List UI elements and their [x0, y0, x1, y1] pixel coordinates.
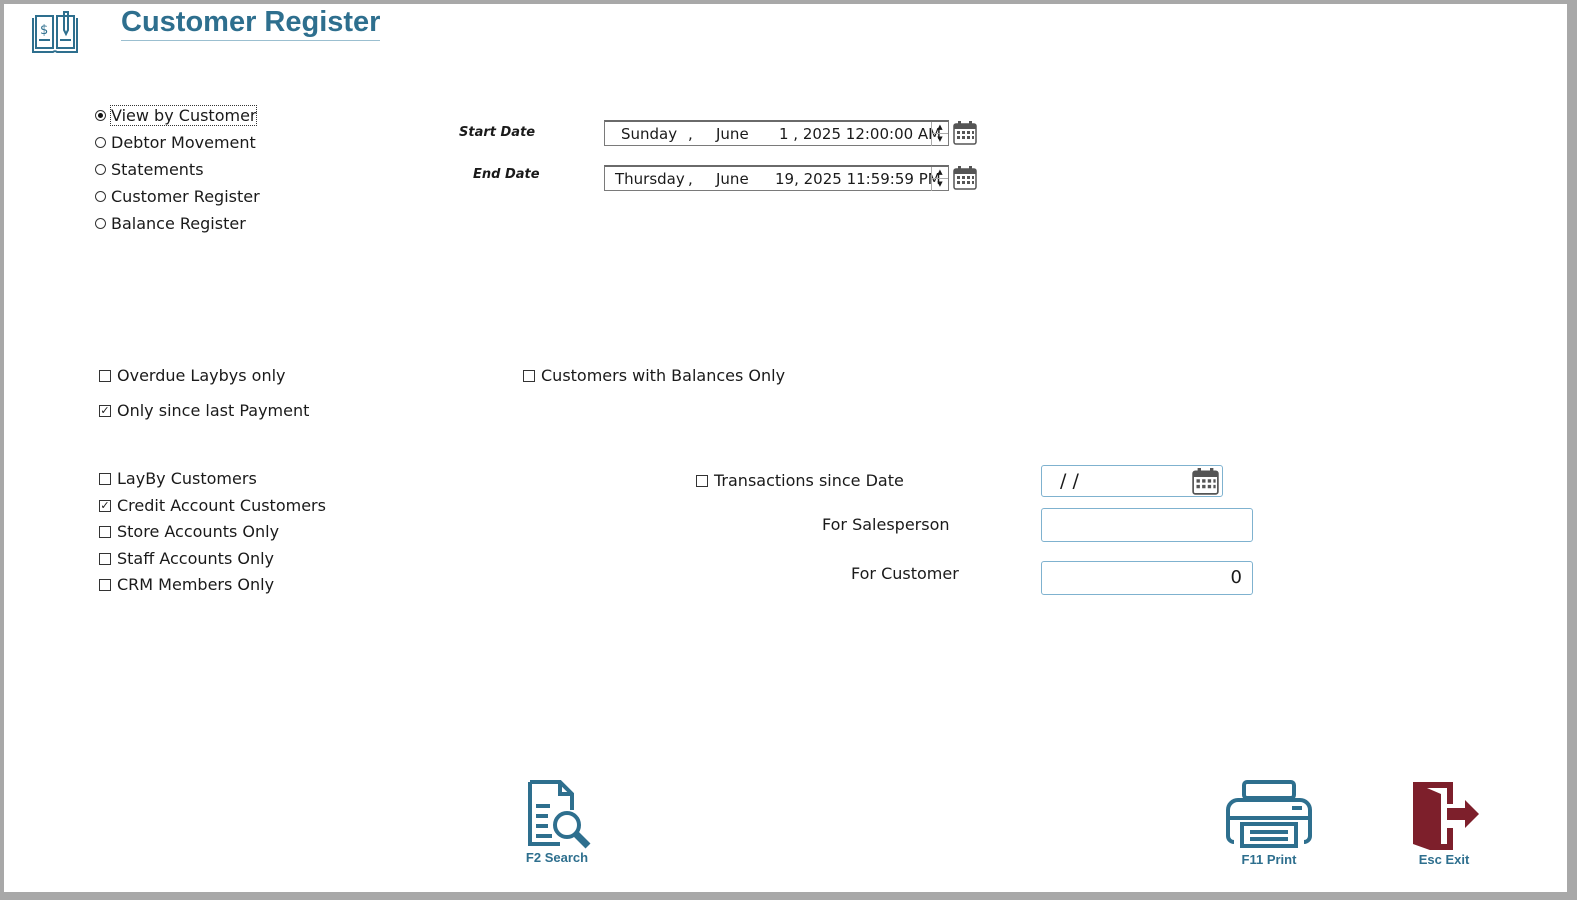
- radio-debtor-movement[interactable]: Debtor Movement: [95, 133, 256, 153]
- spin-up-icon[interactable]: ▲: [932, 167, 948, 179]
- checkbox-only-since-last-payment[interactable]: ✓ Only since last Payment: [99, 401, 309, 421]
- end-date-weekday: Thursday: [615, 170, 685, 188]
- end-date-month: June: [716, 170, 749, 188]
- end-date-label: End Date: [473, 167, 540, 182]
- checkbox-label: LayBy Customers: [117, 469, 257, 488]
- start-date-picker[interactable]: Sunday , June 1 , 2025 12:00:00 AM ▲ ▼: [604, 120, 949, 146]
- start-date-day-time: 1 , 2025 12:00:00 AM: [779, 125, 942, 143]
- radio-indicator: [95, 191, 106, 202]
- spin-down-icon[interactable]: ▼: [932, 179, 948, 190]
- radio-label: Debtor Movement: [111, 133, 256, 152]
- transactions-calendar-icon[interactable]: [1192, 468, 1219, 495]
- checkbox-credit-account-customers[interactable]: ✓ Credit Account Customers: [99, 496, 326, 516]
- exit-button-label: Esc Exit: [1418, 852, 1470, 867]
- customer-value: 0: [1230, 567, 1242, 588]
- checkbox-label: Credit Account Customers: [117, 496, 326, 515]
- start-date-comma: ,: [688, 125, 693, 143]
- checkbox-label: Customers with Balances Only: [541, 366, 786, 385]
- spin-down-icon[interactable]: ▼: [932, 134, 948, 145]
- radio-indicator: [95, 137, 106, 148]
- checkbox-transactions-since-date[interactable]: Transactions since Date: [696, 471, 904, 491]
- radio-indicator: [95, 164, 106, 175]
- checkbox-label: Staff Accounts Only: [117, 549, 275, 568]
- exit-door-icon: [1413, 782, 1479, 854]
- printer-icon: [1226, 780, 1312, 848]
- radio-balance-register[interactable]: Balance Register: [95, 214, 246, 234]
- search-button-label: F2 Search: [525, 850, 589, 865]
- end-date-day-time: 19, 2025 11:59:59 PM: [775, 170, 941, 188]
- checkbox-store-accounts[interactable]: Store Accounts Only: [99, 522, 279, 542]
- end-date-comma: ,: [688, 170, 693, 188]
- salesperson-label: For Salesperson: [822, 515, 950, 534]
- print-button-label: F11 Print: [1241, 852, 1297, 867]
- start-date-weekday: Sunday: [621, 125, 678, 143]
- checkbox-label: Overdue Laybys only: [117, 366, 286, 385]
- checkbox-box: [99, 472, 111, 485]
- exit-button[interactable]: Esc Exit: [1404, 778, 1484, 868]
- checkbox-box: [696, 474, 708, 487]
- end-date-spinner[interactable]: ▲ ▼: [931, 167, 948, 191]
- svg-text:$: $: [40, 23, 48, 38]
- radio-statements[interactable]: Statements: [95, 160, 204, 180]
- app-logo-icon: $: [30, 10, 80, 58]
- radio-label: View by Customer: [109, 105, 258, 126]
- start-date-label: Start Date: [459, 125, 536, 140]
- search-document-icon: [528, 780, 591, 849]
- search-button[interactable]: F2 Search: [517, 778, 597, 868]
- checkbox-overdue-laybys[interactable]: Overdue Laybys only: [99, 366, 286, 386]
- radio-indicator: [95, 218, 106, 229]
- radio-label: Balance Register: [111, 214, 246, 233]
- end-calendar-icon[interactable]: [953, 166, 977, 190]
- checkbox-label: Transactions since Date: [714, 471, 904, 490]
- checkbox-label: Store Accounts Only: [117, 522, 280, 541]
- salesperson-input[interactable]: [1041, 508, 1253, 542]
- checkbox-crm-members[interactable]: CRM Members Only: [99, 575, 274, 595]
- radio-label: Statements: [111, 160, 204, 179]
- customer-label: For Customer: [851, 564, 959, 583]
- checkbox-box: [99, 578, 111, 591]
- start-calendar-icon[interactable]: [953, 121, 977, 145]
- checkbox-checked-icon: ✓: [99, 498, 111, 512]
- radio-view-by-customer[interactable]: View by Customer: [95, 105, 258, 126]
- checkbox-label: Only since last Payment: [117, 401, 310, 420]
- checkbox-label: CRM Members Only: [117, 575, 275, 594]
- checkbox-box: [523, 369, 535, 382]
- end-date-picker[interactable]: Thursday , June 19, 2025 11:59:59 PM ▲ ▼: [604, 165, 949, 191]
- transactions-date-value: / /: [1060, 470, 1079, 492]
- checkbox-checked-icon: ✓: [99, 403, 111, 417]
- checkbox-staff-accounts[interactable]: Staff Accounts Only: [99, 549, 274, 569]
- page-title: Customer Register: [121, 4, 381, 41]
- start-date-spinner[interactable]: ▲ ▼: [931, 122, 948, 146]
- checkbox-box: [99, 552, 111, 565]
- checkbox-layby-customers[interactable]: LayBy Customers: [99, 469, 257, 489]
- transactions-date-field[interactable]: / /: [1041, 465, 1223, 497]
- checkbox-box: [99, 525, 111, 538]
- print-button[interactable]: F11 Print: [1224, 778, 1314, 868]
- checkbox-customers-with-balances[interactable]: Customers with Balances Only: [523, 366, 785, 386]
- customer-input[interactable]: 0: [1041, 561, 1253, 595]
- radio-customer-register[interactable]: Customer Register: [95, 187, 260, 207]
- checkbox-box: [99, 369, 111, 382]
- start-date-month: June: [716, 125, 749, 143]
- radio-label: Customer Register: [111, 187, 260, 206]
- spin-up-icon[interactable]: ▲: [932, 122, 948, 134]
- radio-indicator: [95, 110, 106, 121]
